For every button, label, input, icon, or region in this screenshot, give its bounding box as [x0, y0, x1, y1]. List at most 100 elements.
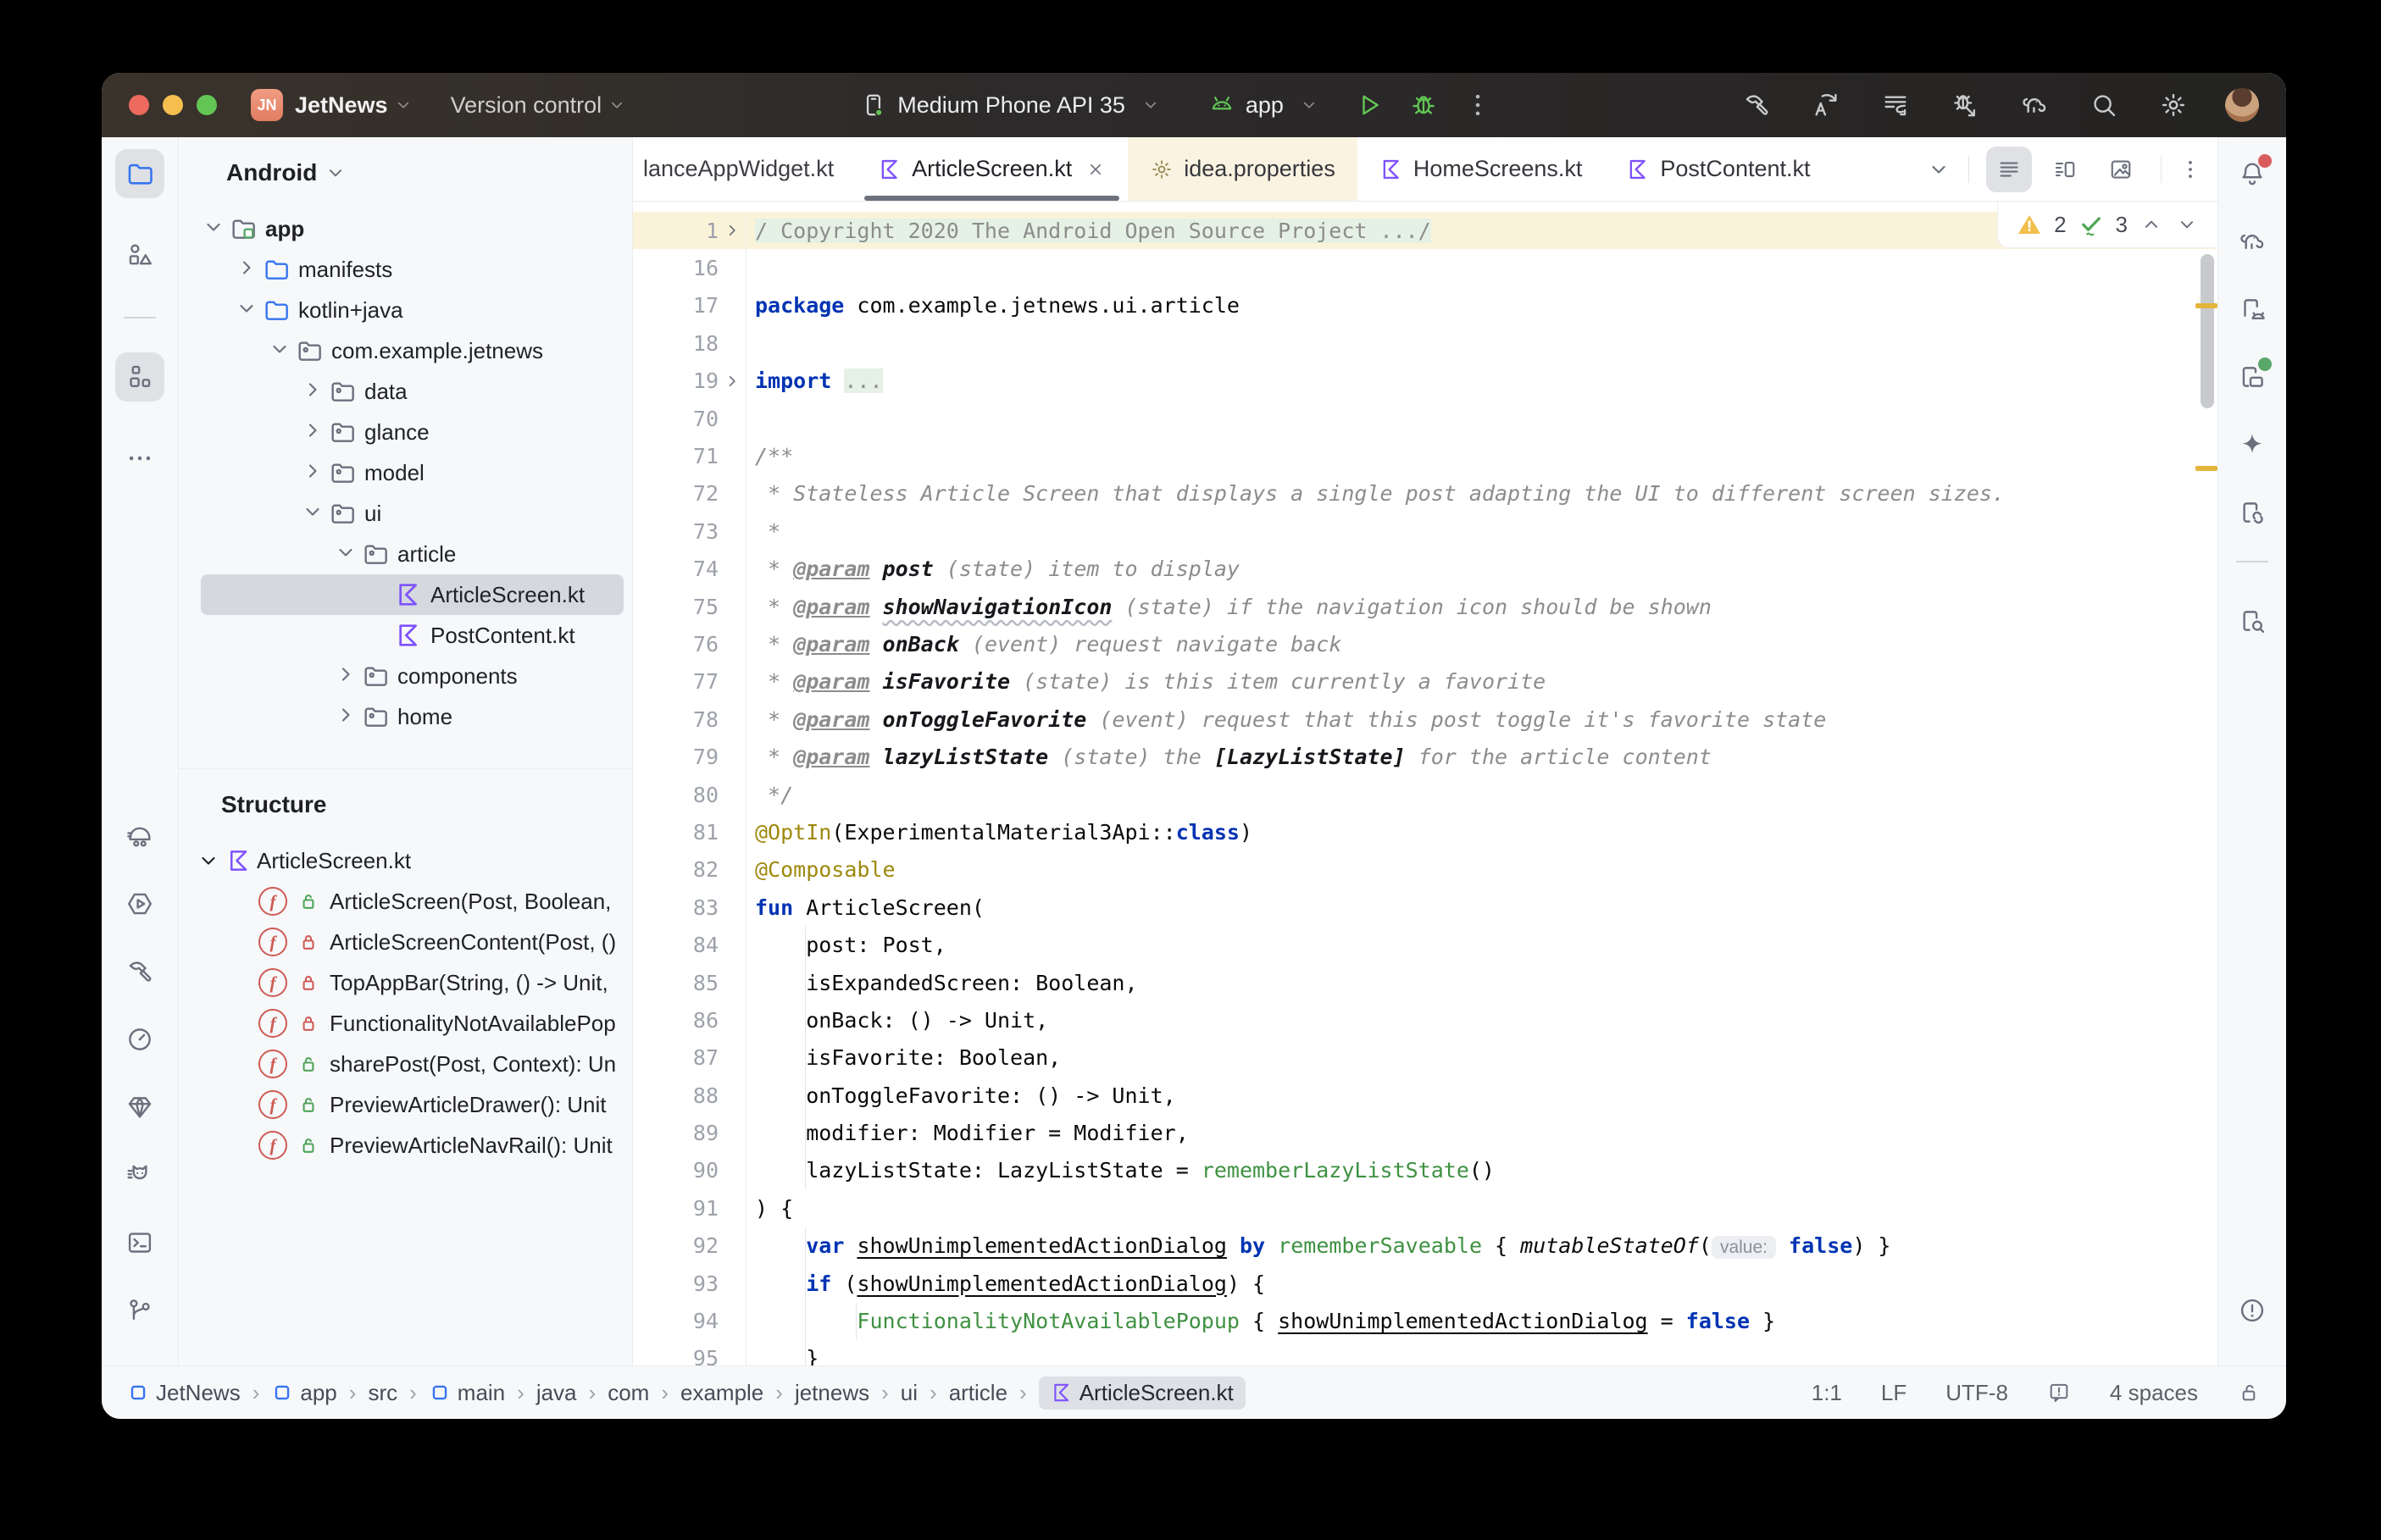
- encoding[interactable]: UTF-8: [1945, 1380, 2008, 1406]
- code-text[interactable]: * @param lazyListState (state) the [Lazy…: [746, 745, 1712, 769]
- next-problem-icon[interactable]: [2175, 213, 2199, 236]
- device-selector[interactable]: Medium Phone API 35: [860, 91, 1161, 119]
- structure-item[interactable]: f TopAppBar(String, () -> Unit,: [179, 962, 632, 1003]
- code-text[interactable]: isFavorite: Boolean,: [746, 1045, 1061, 1070]
- tree-chevron-icon[interactable]: [333, 540, 358, 565]
- tree-chevron-icon[interactable]: [300, 377, 325, 402]
- tree-chevron-icon[interactable]: [300, 458, 325, 484]
- tool-window-button-problems[interactable]: [2228, 1286, 2277, 1335]
- code-text[interactable]: }: [746, 1346, 819, 1366]
- code-text[interactable]: @Composable: [746, 857, 896, 882]
- tool-window-button-structure[interactable]: [115, 352, 164, 402]
- attach-debugger-icon[interactable]: [1951, 91, 1979, 119]
- tree-chevron-icon[interactable]: [201, 214, 226, 240]
- code-text[interactable]: * @param onToggleFavorite (event) reques…: [746, 707, 1826, 732]
- tree-item-PostContent.kt[interactable]: PostContent.kt: [201, 615, 624, 656]
- code-text[interactable]: onBack: () -> Unit,: [746, 1008, 1048, 1033]
- tool-window-button-version-control[interactable]: [115, 1286, 164, 1335]
- code-text[interactable]: * @param onBack (event) request navigate…: [746, 632, 1341, 656]
- gradle-sync-icon[interactable]: [2020, 91, 2049, 119]
- more-tabs-chevron-icon[interactable]: [1926, 157, 1951, 182]
- run-config-selector[interactable]: app: [1208, 91, 1319, 119]
- tree-chevron-icon[interactable]: [234, 296, 259, 321]
- caret-position[interactable]: 1:1: [1812, 1380, 1842, 1406]
- code-text[interactable]: post: Post,: [746, 933, 946, 957]
- breadcrumb-item-ui[interactable]: ui: [901, 1380, 918, 1406]
- breadcrumb-item-com[interactable]: com: [608, 1380, 649, 1406]
- warning-stripe-mark[interactable]: [2195, 303, 2217, 308]
- tool-window-button-gradle[interactable]: [2228, 217, 2277, 266]
- code-text[interactable]: * @param post (state) item to display: [746, 557, 1240, 581]
- tree-item-glance[interactable]: glance: [201, 412, 624, 452]
- build-project-icon[interactable]: [1742, 91, 1771, 119]
- structure-root[interactable]: ArticleScreen.kt: [179, 840, 632, 881]
- run-button[interactable]: [1355, 91, 1384, 119]
- project-chevron-icon[interactable]: [393, 95, 413, 115]
- tool-window-button-device-manager[interactable]: [115, 812, 164, 861]
- apply-code-changes-icon[interactable]: [1881, 91, 1910, 119]
- tree-chevron-icon[interactable]: [234, 255, 259, 280]
- prev-problem-icon[interactable]: [2140, 213, 2163, 236]
- code-text[interactable]: package com.example.jetnews.ui.article: [746, 293, 1240, 318]
- tool-window-button-app-quality-insights[interactable]: [115, 1083, 164, 1132]
- fold-arrow-icon[interactable]: [722, 371, 742, 391]
- structure-item[interactable]: f FunctionalityNotAvailablePop: [179, 1003, 632, 1044]
- tree-item-ArticleScreen.kt[interactable]: ArticleScreen.kt: [201, 574, 624, 615]
- structure-item[interactable]: f sharePost(Post, Context): Un: [179, 1044, 632, 1084]
- project-view-selector[interactable]: Android: [179, 137, 632, 208]
- tree-item-components[interactable]: components: [201, 656, 624, 696]
- tool-window-button-logcat[interactable]: [115, 1150, 164, 1199]
- structure-item[interactable]: f PreviewArticleNavRail(): Unit: [179, 1125, 632, 1166]
- settings-icon[interactable]: [2159, 91, 2188, 119]
- warning-count[interactable]: 2: [2054, 212, 2066, 238]
- code-text[interactable]: */: [746, 783, 793, 807]
- split-view-button[interactable]: [2042, 147, 2088, 192]
- code-view-button[interactable]: [1986, 146, 2032, 192]
- code-text[interactable]: onToggleFavorite: () -> Unit,: [746, 1083, 1176, 1108]
- scrollbar-thumb[interactable]: [2201, 254, 2214, 408]
- fold-arrow-icon[interactable]: [722, 220, 742, 241]
- breadcrumb-item-java[interactable]: java: [536, 1380, 577, 1406]
- tree-item-data[interactable]: data: [201, 371, 624, 412]
- breadcrumb-item-article[interactable]: article: [949, 1380, 1007, 1406]
- tool-window-button-profiler[interactable]: [115, 1015, 164, 1064]
- more-actions-icon[interactable]: [1463, 91, 1492, 119]
- tree-item-article[interactable]: article: [201, 534, 624, 574]
- tool-window-button-project[interactable]: [115, 149, 164, 198]
- design-view-button[interactable]: [2098, 147, 2144, 192]
- close-tab-icon[interactable]: [1085, 159, 1106, 180]
- code-text[interactable]: ) {: [746, 1196, 793, 1221]
- code-text[interactable]: FunctionalityNotAvailablePopup { showUni…: [746, 1309, 1775, 1333]
- tool-window-button-more-tool-windows[interactable]: [115, 434, 164, 483]
- tree-item-com.example.jetnews[interactable]: com.example.jetnews: [201, 330, 624, 371]
- tree-item-ui[interactable]: ui: [201, 493, 624, 534]
- minimize-window-button[interactable]: [163, 95, 183, 115]
- inspections-widget-icon[interactable]: [2047, 1381, 2071, 1404]
- code-text[interactable]: *: [746, 519, 780, 544]
- structure-item[interactable]: f PreviewArticleDrawer(): Unit: [179, 1084, 632, 1125]
- breadcrumb-item-ArticleScreen.kt[interactable]: ArticleScreen.kt: [1038, 1376, 1246, 1410]
- structure-item[interactable]: f ArticleScreenContent(Post, (): [179, 922, 632, 962]
- editor-options-icon[interactable]: [2178, 158, 2202, 181]
- code-text[interactable]: if (showUnimplementedActionDialog) {: [746, 1271, 1265, 1296]
- code-text[interactable]: * Stateless Article Screen that displays…: [746, 481, 2005, 506]
- tab-PostContent.kt[interactable]: PostContent.kt: [1604, 137, 1832, 201]
- passed-count[interactable]: 3: [2116, 212, 2128, 238]
- warning-stripe-mark[interactable]: [2195, 466, 2217, 471]
- tool-window-button-running-devices[interactable]: [2228, 352, 2277, 402]
- close-window-button[interactable]: [129, 95, 149, 115]
- tool-window-button-build[interactable]: [115, 947, 164, 996]
- tree-item-app[interactable]: app: [201, 208, 624, 249]
- tool-window-button-notifications[interactable]: [2228, 149, 2277, 198]
- line-ending[interactable]: LF: [1881, 1380, 1906, 1406]
- code-text[interactable]: import ...: [746, 368, 883, 394]
- search-everywhere-icon[interactable]: [2090, 91, 2118, 119]
- indent-setting[interactable]: 4 spaces: [2110, 1380, 2198, 1406]
- tree-chevron-icon[interactable]: [333, 702, 358, 728]
- code-text[interactable]: var showUnimplementedActionDialog by rem…: [746, 1233, 1890, 1260]
- project-name[interactable]: JetNews: [295, 92, 388, 119]
- code-text[interactable]: * @param isFavorite (state) is this item…: [746, 669, 1546, 694]
- tab-idea.properties[interactable]: idea.properties: [1128, 137, 1357, 201]
- structure-item[interactable]: f ArticleScreen(Post, Boolean,: [179, 881, 632, 922]
- tree-chevron-icon[interactable]: [300, 418, 325, 443]
